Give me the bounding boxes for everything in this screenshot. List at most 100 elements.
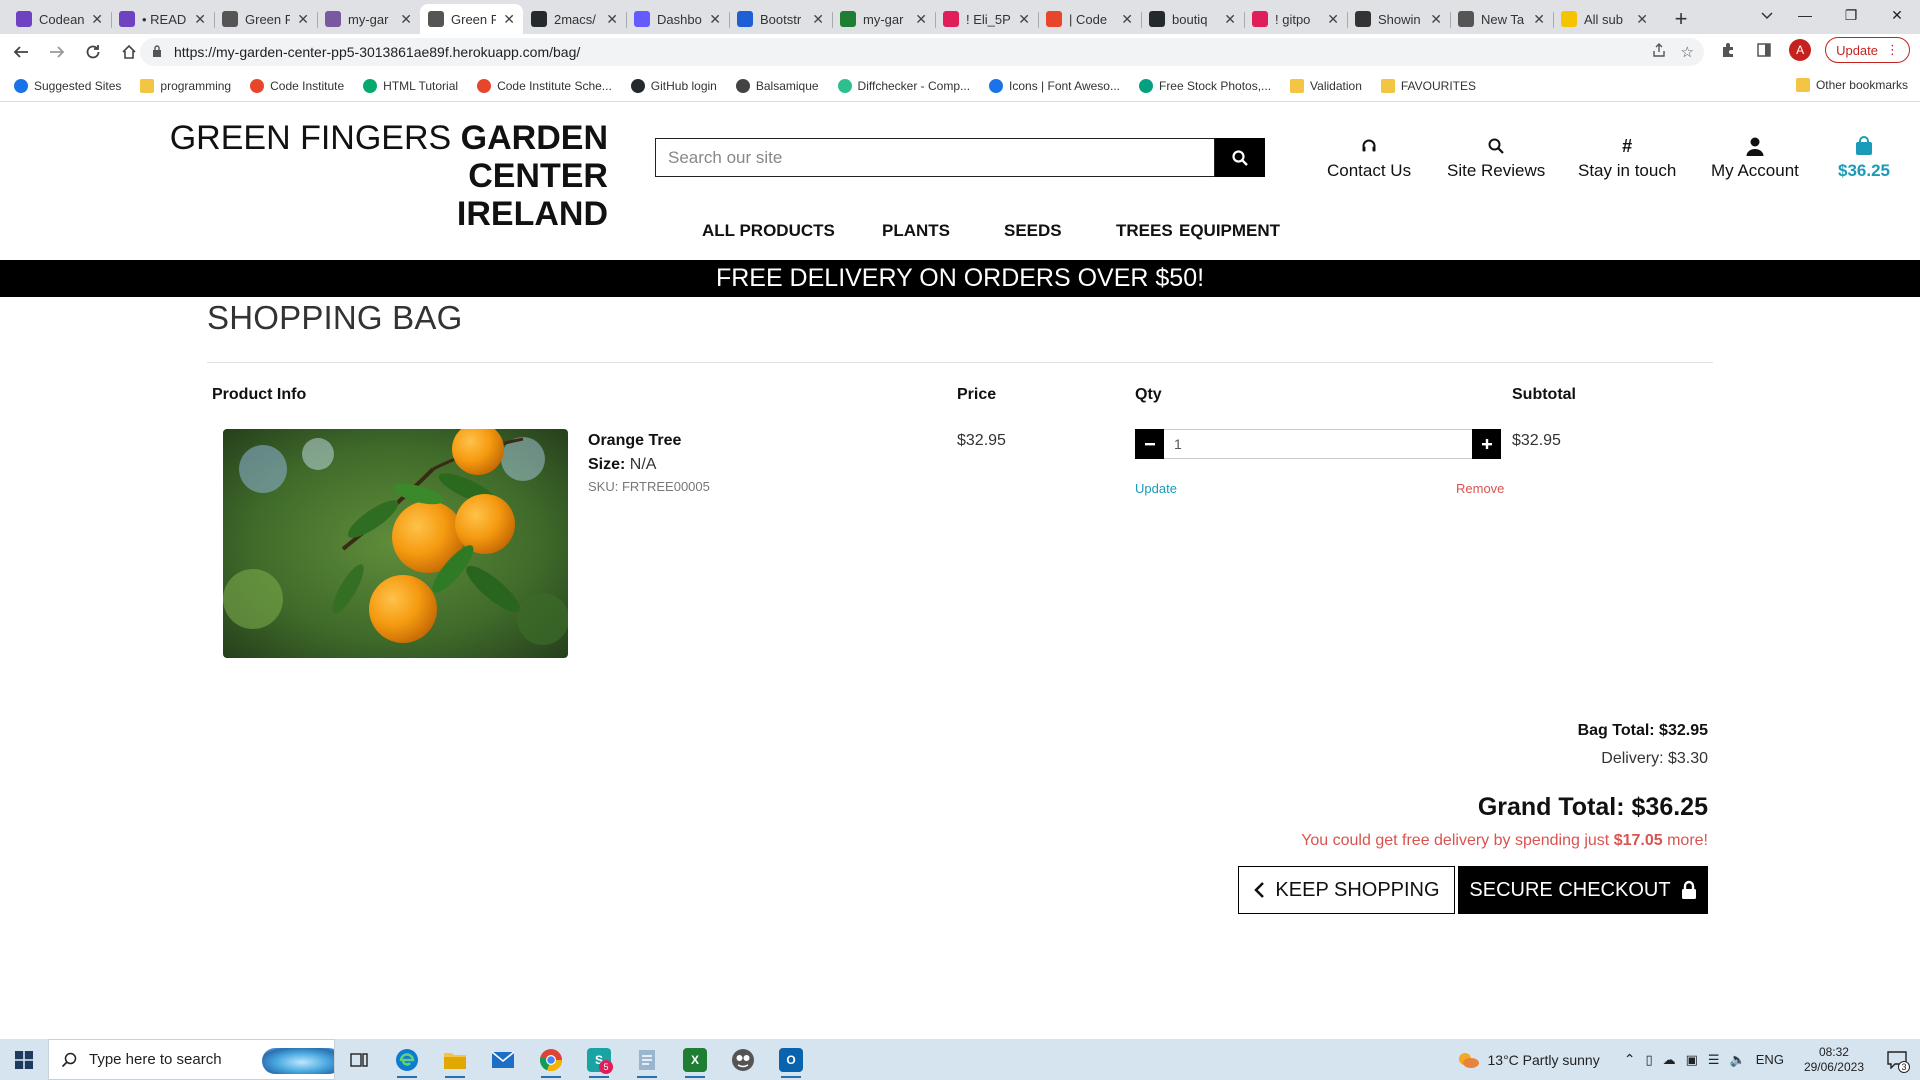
secure-checkout-button[interactable]: SECURE CHECKOUT <box>1458 866 1708 914</box>
browser-tab[interactable]: ! gitpo ✕ <box>1244 4 1347 34</box>
browser-tab[interactable]: • READ ✕ <box>111 4 214 34</box>
contact-us-link[interactable]: Contact Us <box>1327 135 1411 181</box>
taskbar-search[interactable]: Type here to search <box>48 1039 335 1080</box>
forward-button[interactable] <box>42 37 72 67</box>
bookmark-item[interactable]: Validation <box>1290 78 1362 93</box>
site-logo[interactable]: GREEN FINGERS GARDEN CENTER IRELAND <box>98 119 608 233</box>
keep-shopping-button[interactable]: KEEP SHOPPING <box>1238 866 1455 914</box>
task-view-button[interactable] <box>335 1039 383 1080</box>
bookmark-item[interactable]: programming <box>140 78 231 93</box>
close-icon[interactable]: ✕ <box>503 11 515 28</box>
close-icon[interactable]: ✕ <box>915 11 927 28</box>
close-icon[interactable]: ✕ <box>297 11 309 28</box>
taskbar-chrome[interactable] <box>527 1039 575 1080</box>
restore-button[interactable]: ❐ <box>1828 0 1874 30</box>
nav-seeds[interactable]: SEEDS <box>1004 221 1062 241</box>
extensions-icon[interactable] <box>1717 39 1739 61</box>
network-icon[interactable]: ☰ <box>1708 1052 1720 1068</box>
volume-icon[interactable]: 🔈 <box>1730 1052 1746 1068</box>
browser-tab[interactable]: All sub ✕ <box>1553 4 1656 34</box>
close-icon[interactable]: ✕ <box>709 11 721 28</box>
close-icon[interactable]: ✕ <box>1636 11 1648 28</box>
increment-button[interactable] <box>1472 429 1501 459</box>
bookmark-item[interactable]: Code Institute Sche... <box>477 78 612 93</box>
chevron-up-icon[interactable]: ⌃ <box>1624 1051 1636 1068</box>
close-icon[interactable]: ✕ <box>1327 11 1339 28</box>
reload-button[interactable] <box>78 37 108 67</box>
cloud-icon[interactable]: ☁ <box>1663 1052 1676 1068</box>
language-indicator[interactable]: ENG <box>1756 1052 1784 1067</box>
close-icon[interactable]: ✕ <box>606 11 618 28</box>
browser-tab[interactable]: ! Eli_5P ✕ <box>935 4 1038 34</box>
bookmark-item[interactable]: Code Institute <box>250 78 344 93</box>
remove-link[interactable]: Remove <box>1456 481 1504 496</box>
browser-tab[interactable]: Codean ✕ <box>8 4 111 34</box>
bookmark-item[interactable]: Diffchecker - Comp... <box>837 78 970 93</box>
nav-all-products[interactable]: ALL PRODUCTS <box>702 221 835 241</box>
clock[interactable]: 08:32 29/06/2023 <box>1804 1045 1864 1075</box>
weather-widget[interactable]: 13°C Partly sunny <box>1456 1050 1600 1070</box>
bookmark-star-icon[interactable]: ☆ <box>1681 43 1694 61</box>
profile-avatar[interactable]: A <box>1789 39 1812 61</box>
taskbar-mail[interactable] <box>479 1039 527 1080</box>
nav-equipment[interactable]: EQUIPMENT <box>1179 221 1280 241</box>
new-tab-button[interactable]: + <box>1664 4 1698 34</box>
other-bookmarks[interactable]: Other bookmarks <box>1795 78 1908 92</box>
share-icon[interactable] <box>1651 42 1667 62</box>
bookmark-item[interactable]: Free Stock Photos,... <box>1138 78 1271 93</box>
bookmark-item[interactable]: Balsamique <box>735 78 819 93</box>
close-icon[interactable]: ✕ <box>1533 11 1545 28</box>
bookmark-item[interactable]: Icons | Font Aweso... <box>989 78 1120 93</box>
tab-search-icon[interactable] <box>1752 4 1782 28</box>
back-button[interactable] <box>6 37 36 67</box>
bookmark-item[interactable]: Suggested Sites <box>14 78 121 93</box>
my-account-link[interactable]: My Account <box>1711 135 1799 181</box>
decrement-button[interactable] <box>1135 429 1164 459</box>
browser-tab[interactable]: Green F ✕ <box>420 4 523 34</box>
browser-tab[interactable]: Green F ✕ <box>214 4 317 34</box>
shopping-bag-link[interactable]: $36.25 <box>1838 135 1890 181</box>
address-bar[interactable]: https://my-garden-center-pp5-3013861ae89… <box>140 38 1704 66</box>
update-chrome-button[interactable]: Update ⋮ <box>1825 37 1910 63</box>
close-icon[interactable]: ✕ <box>91 11 103 28</box>
taskbar-edge[interactable] <box>383 1039 431 1080</box>
side-panel-icon[interactable] <box>1753 39 1775 61</box>
bookmark-item[interactable]: GitHub login <box>630 78 717 93</box>
close-window-button[interactable]: ✕ <box>1874 0 1920 30</box>
browser-tab[interactable]: 2macs/ ✕ <box>523 4 626 34</box>
close-icon[interactable]: ✕ <box>400 11 412 28</box>
close-icon[interactable]: ✕ <box>1018 11 1030 28</box>
browser-tab[interactable]: Bootstr ✕ <box>729 4 832 34</box>
nav-plants[interactable]: PLANTS <box>882 221 950 241</box>
browser-tab[interactable]: | Code ✕ <box>1038 4 1141 34</box>
notification-center[interactable]: 3 <box>1884 1047 1910 1073</box>
close-icon[interactable]: ✕ <box>1224 11 1236 28</box>
minimize-button[interactable]: — <box>1782 0 1828 30</box>
browser-tab[interactable]: my-gar ✕ <box>832 4 935 34</box>
browser-tab[interactable]: Showin ✕ <box>1347 4 1450 34</box>
taskbar-app[interactable] <box>719 1039 767 1080</box>
close-icon[interactable]: ✕ <box>1430 11 1442 28</box>
site-reviews-link[interactable]: Site Reviews <box>1447 135 1545 181</box>
browser-tab[interactable]: boutiq ✕ <box>1141 4 1244 34</box>
bookmark-item[interactable]: HTML Tutorial <box>363 78 458 93</box>
display-icon[interactable]: ▣ <box>1686 1052 1698 1068</box>
close-icon[interactable]: ✕ <box>812 11 824 28</box>
taskbar-notepad[interactable] <box>623 1039 671 1080</box>
bookmark-item[interactable]: FAVOURITES <box>1380 78 1476 93</box>
quantity-input[interactable] <box>1164 429 1472 459</box>
browser-tab[interactable]: my-gar ✕ <box>317 4 420 34</box>
stay-in-touch-link[interactable]: # Stay in touch <box>1578 135 1676 181</box>
taskbar-outlook[interactable]: O <box>767 1039 815 1080</box>
device-icon[interactable]: ▯ <box>1645 1052 1652 1068</box>
close-icon[interactable]: ✕ <box>194 11 206 28</box>
update-link[interactable]: Update <box>1135 481 1177 496</box>
start-button[interactable] <box>0 1039 48 1080</box>
taskbar-slack[interactable]: S 5 <box>575 1039 623 1080</box>
site-search-input[interactable] <box>655 138 1215 177</box>
browser-tab[interactable]: New Ta ✕ <box>1450 4 1553 34</box>
site-search-button[interactable] <box>1215 138 1265 177</box>
browser-tab[interactable]: Dashbo ✕ <box>626 4 729 34</box>
taskbar-file-explorer[interactable] <box>431 1039 479 1080</box>
nav-trees[interactable]: TREES <box>1116 221 1173 241</box>
